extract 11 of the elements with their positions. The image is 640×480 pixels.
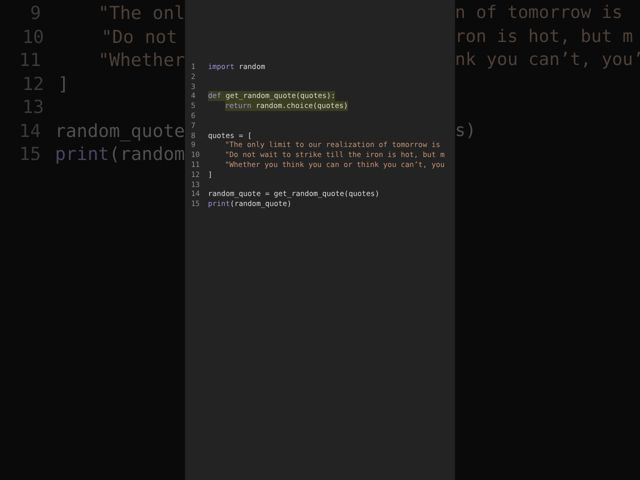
code-token: "Do not: [100, 26, 178, 49]
code-token: n of tomorrow is: [455, 2, 623, 25]
code-token: random_quote: [54, 120, 185, 143]
code-token: "The onl: [97, 2, 185, 26]
code-token: ]: [58, 72, 69, 96]
code-token: nk you can’t, you’: [455, 49, 640, 72]
code-token: print: [54, 143, 110, 166]
code-token: "Whether: [97, 49, 185, 72]
code-token: ron is hot, but m: [455, 26, 633, 48]
code-token: (random: [109, 143, 185, 166]
code-token: s): [455, 120, 476, 142]
